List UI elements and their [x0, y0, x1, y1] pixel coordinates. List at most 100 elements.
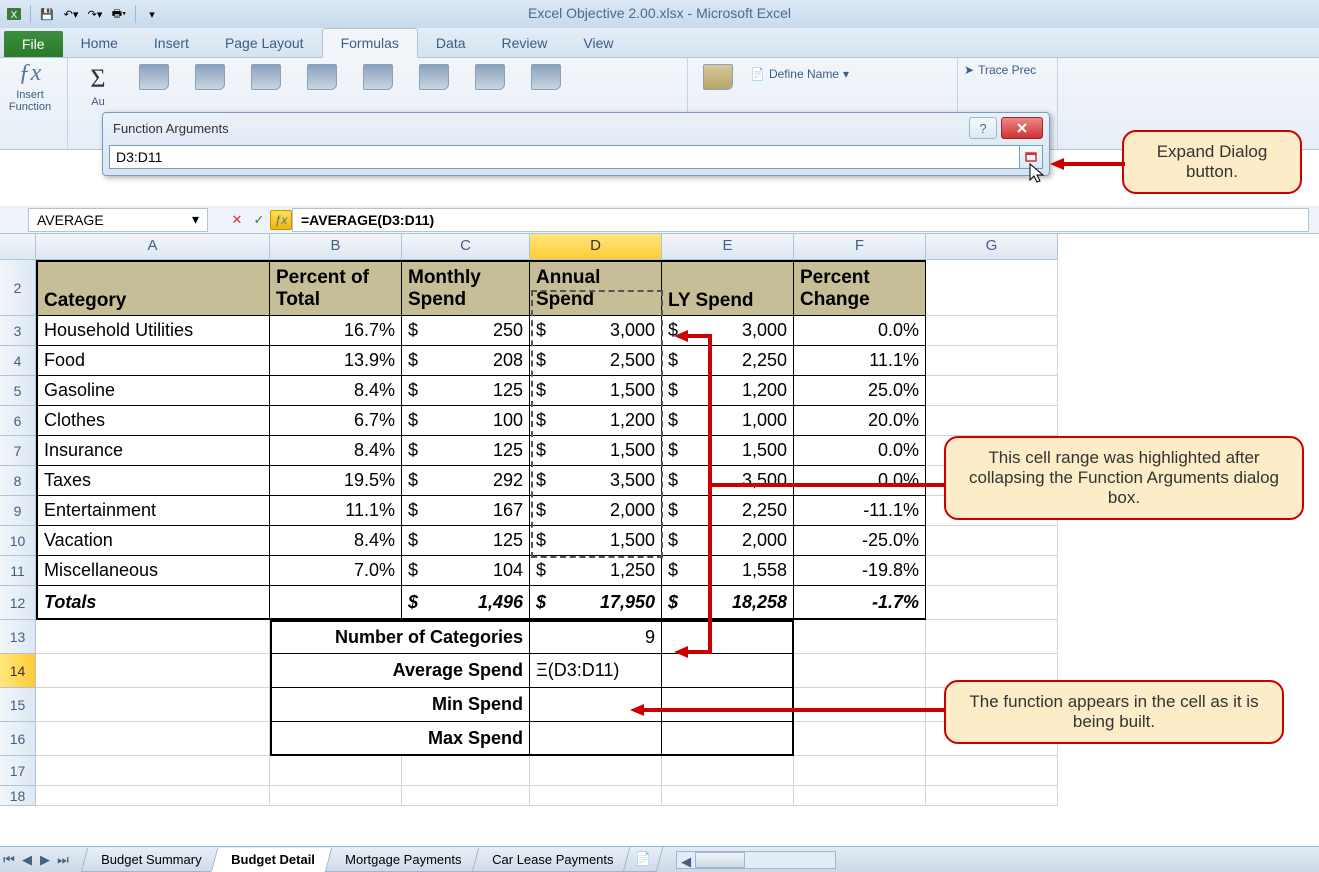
- new-sheet-button[interactable]: 📄: [623, 847, 664, 872]
- trace-precedents-button[interactable]: ➤ Trace Prec: [964, 63, 1036, 77]
- range-input[interactable]: [109, 145, 1020, 169]
- tab-page-layout[interactable]: Page Layout: [207, 29, 322, 57]
- row-header-4[interactable]: 4: [0, 346, 36, 376]
- cell[interactable]: 11.1%: [794, 346, 926, 376]
- cell[interactable]: Monthly Spend: [402, 260, 530, 316]
- name-box[interactable]: AVERAGE ▾: [28, 208, 208, 232]
- fx-button[interactable]: ƒx: [270, 209, 292, 231]
- cell[interactable]: $1,000: [662, 406, 794, 436]
- row-header-8[interactable]: 8: [0, 466, 36, 496]
- cell[interactable]: $125: [402, 376, 530, 406]
- enter-icon[interactable]: ✓: [248, 209, 270, 231]
- cell[interactable]: [926, 756, 1058, 786]
- cell[interactable]: $100: [402, 406, 530, 436]
- cell[interactable]: 19.5%: [270, 466, 402, 496]
- date-time-button[interactable]: [354, 64, 402, 90]
- scrollbar-thumb[interactable]: [695, 852, 745, 868]
- cell[interactable]: -1.7%: [794, 586, 926, 620]
- cell[interactable]: 8.4%: [270, 436, 402, 466]
- cell[interactable]: 13.9%: [270, 346, 402, 376]
- row-header-11[interactable]: 11: [0, 556, 36, 586]
- cell[interactable]: $3,500: [530, 466, 662, 496]
- row-header-12[interactable]: 12: [0, 586, 36, 620]
- cell[interactable]: 8.4%: [270, 526, 402, 556]
- tab-insert[interactable]: Insert: [136, 29, 207, 57]
- row-header-14[interactable]: 14: [0, 654, 36, 688]
- close-button[interactable]: [1001, 117, 1043, 139]
- cell[interactable]: [926, 586, 1058, 620]
- cell[interactable]: [530, 722, 662, 756]
- row-header-6[interactable]: 6: [0, 406, 36, 436]
- cell[interactable]: Clothes: [36, 406, 270, 436]
- expand-dialog-button[interactable]: [1019, 145, 1043, 169]
- cell[interactable]: [36, 654, 270, 688]
- save-icon[interactable]: 💾: [37, 4, 57, 24]
- cell[interactable]: Number of Categories: [270, 620, 530, 654]
- cell[interactable]: $1,200: [662, 376, 794, 406]
- sheet-tab[interactable]: Mortgage Payments: [325, 848, 482, 872]
- tab-home[interactable]: Home: [63, 29, 136, 57]
- cell[interactable]: $1,200: [530, 406, 662, 436]
- formula-input[interactable]: =AVERAGE(D3:D11): [292, 208, 1309, 232]
- cell[interactable]: 25.0%: [794, 376, 926, 406]
- horizontal-scrollbar[interactable]: ◀: [676, 851, 836, 869]
- row-header-18[interactable]: 18: [0, 786, 36, 806]
- autosum-button[interactable]: ΣAu: [74, 64, 122, 108]
- financial-button[interactable]: [186, 64, 234, 90]
- print-icon[interactable]: 🖶▾: [109, 4, 129, 24]
- dropdown-icon[interactable]: ▾: [192, 211, 199, 228]
- help-button[interactable]: ?: [969, 117, 997, 139]
- cell[interactable]: $3,000: [530, 316, 662, 346]
- cell[interactable]: $104: [402, 556, 530, 586]
- cell[interactable]: [36, 688, 270, 722]
- col-header-F[interactable]: F: [794, 234, 926, 260]
- cell[interactable]: Percent of Total: [270, 260, 402, 316]
- cell[interactable]: $292: [402, 466, 530, 496]
- cell[interactable]: 0.0%: [794, 316, 926, 346]
- cell[interactable]: 16.7%: [270, 316, 402, 346]
- cell[interactable]: [926, 786, 1058, 806]
- row-header-3[interactable]: 3: [0, 316, 36, 346]
- cell[interactable]: [794, 786, 926, 806]
- cell[interactable]: Category: [36, 260, 270, 316]
- cell[interactable]: [926, 406, 1058, 436]
- cell[interactable]: [662, 756, 794, 786]
- row-header-13[interactable]: 13: [0, 620, 36, 654]
- lookup-button[interactable]: [410, 64, 458, 90]
- cell[interactable]: -11.1%: [794, 496, 926, 526]
- cell[interactable]: $18,258: [662, 586, 794, 620]
- cell[interactable]: Household Utilities: [36, 316, 270, 346]
- cell[interactable]: $1,558: [662, 556, 794, 586]
- cell[interactable]: [926, 376, 1058, 406]
- cell[interactable]: $125: [402, 526, 530, 556]
- cell[interactable]: $1,496: [402, 586, 530, 620]
- cell[interactable]: $1,500: [530, 436, 662, 466]
- define-name-button[interactable]: 📄 Define Name ▾: [750, 67, 849, 81]
- row-header-16[interactable]: 16: [0, 722, 36, 756]
- cell[interactable]: $1,500: [530, 376, 662, 406]
- cell[interactable]: 0.0%: [794, 436, 926, 466]
- col-header-G[interactable]: G: [926, 234, 1058, 260]
- cell[interactable]: Annual Spend: [530, 260, 662, 316]
- cell[interactable]: [662, 688, 794, 722]
- cell[interactable]: $1,500: [530, 526, 662, 556]
- cell[interactable]: [270, 756, 402, 786]
- cell[interactable]: [530, 786, 662, 806]
- cell[interactable]: [926, 316, 1058, 346]
- cell[interactable]: [402, 786, 530, 806]
- tab-view[interactable]: View: [565, 29, 631, 57]
- cell[interactable]: [36, 756, 270, 786]
- cell[interactable]: Vacation: [36, 526, 270, 556]
- file-tab[interactable]: File: [4, 31, 63, 57]
- col-header-A[interactable]: A: [36, 234, 270, 260]
- col-header-C[interactable]: C: [402, 234, 530, 260]
- cell[interactable]: [530, 688, 662, 722]
- cell[interactable]: $1,500: [662, 436, 794, 466]
- cell[interactable]: [662, 722, 794, 756]
- first-sheet-button[interactable]: ⏮: [0, 850, 18, 870]
- cell[interactable]: [662, 654, 794, 688]
- cell[interactable]: Max Spend: [270, 722, 530, 756]
- cancel-icon[interactable]: ✕: [226, 209, 248, 231]
- cell[interactable]: 9: [530, 620, 662, 654]
- cell[interactable]: $167: [402, 496, 530, 526]
